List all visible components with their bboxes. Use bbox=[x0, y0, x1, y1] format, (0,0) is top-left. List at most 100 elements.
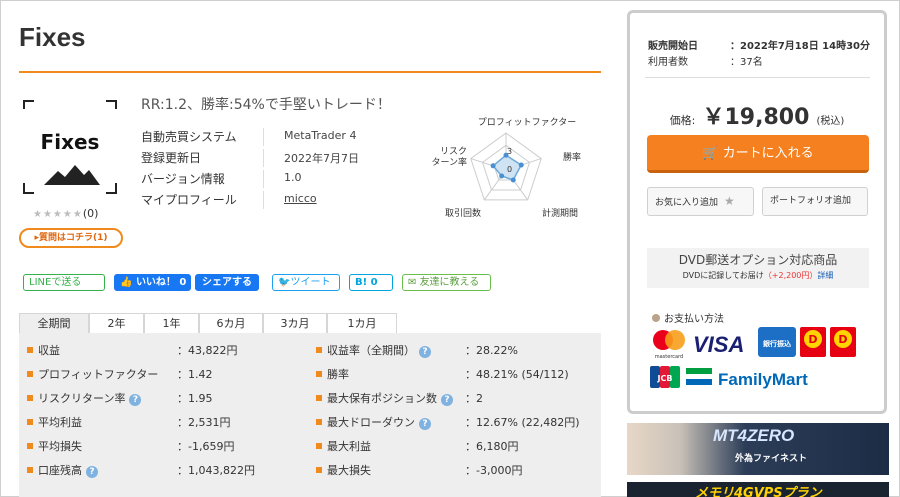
stat-value: ：48.21% (54/112) bbox=[465, 368, 569, 381]
price-value: ￥19,800 bbox=[702, 105, 810, 130]
facebook-like-button[interactable]: 👍 いいね！ 0 bbox=[114, 274, 191, 291]
add-favorite-button[interactable]: お気に入り追加 ★ bbox=[647, 187, 754, 216]
svg-text:D: D bbox=[808, 333, 817, 346]
users-label: 利用者数 bbox=[648, 57, 688, 68]
like-label: いいね！ 0 bbox=[135, 277, 187, 288]
stat-key: プロフィットファクター bbox=[27, 366, 158, 382]
stat-value: ：1.42 bbox=[177, 368, 213, 381]
tab-2y[interactable]: 2年 bbox=[89, 313, 144, 334]
help-icon[interactable]: ? bbox=[86, 466, 98, 478]
tab-3m[interactable]: 3カ月 bbox=[263, 313, 327, 334]
add-portfolio-button[interactable]: ポートフォリオ追加 bbox=[762, 187, 868, 216]
info-key: 登録更新日 bbox=[141, 151, 202, 165]
stat-value: ：-1,659円 bbox=[177, 440, 235, 453]
tab-1y[interactable]: 1年 bbox=[144, 313, 199, 334]
vps-banner[interactable]: メモリ4GVPSプラン bbox=[627, 482, 889, 497]
familymart-label: FamilyMart bbox=[718, 370, 808, 389]
jcb-label: JCB bbox=[657, 374, 673, 383]
stat-key-label: 平均利益 bbox=[38, 416, 82, 429]
dvd-title: DVD郵送オプション対応商品 bbox=[678, 253, 838, 267]
radar-label-rr-2: ターン率 bbox=[431, 156, 467, 168]
stat-value: ：-3,000円 bbox=[465, 464, 523, 477]
stat-key-label: リスクリターン率 bbox=[38, 392, 126, 405]
radar-point bbox=[490, 163, 496, 169]
add-to-cart-button[interactable]: 🛒 カートに入れる bbox=[647, 135, 869, 173]
payment-heading: お支払い方法 bbox=[652, 310, 724, 325]
radar-label-period: 計測期間 bbox=[542, 207, 578, 219]
price-block: 価格: ￥19,800 (税込) bbox=[630, 99, 884, 131]
help-icon[interactable]: ? bbox=[419, 346, 431, 358]
radar-label-winrate: 勝率 bbox=[563, 151, 581, 163]
stat-key: 最大利益 bbox=[316, 438, 371, 454]
title-divider bbox=[19, 71, 601, 73]
line-share-button[interactable]: LINEで送る bbox=[23, 274, 105, 291]
table-row: リスクリターン率? ：1.95 最大保有ポジション数? ：2 bbox=[19, 384, 601, 408]
product-catchphrase: RR:1.2、勝率:54%で手堅いトレード！ bbox=[141, 97, 391, 113]
tell-friend-label: 友達に教える bbox=[419, 277, 480, 288]
radar-tick-0: 0 bbox=[507, 165, 512, 174]
info-value: MetaTrader 4 bbox=[284, 129, 357, 142]
stat-key: 収益 bbox=[27, 342, 60, 358]
dvd-detail-link[interactable]: 詳細 bbox=[817, 271, 833, 280]
cart-icon: 🛒 bbox=[702, 146, 723, 161]
payment-title: お支払い方法 bbox=[664, 314, 724, 325]
product-logo: Fixes bbox=[23, 100, 117, 194]
stat-key: リスクリターン率? bbox=[27, 390, 142, 406]
help-icon[interactable]: ? bbox=[441, 394, 453, 406]
jcb-icon: JCB bbox=[650, 366, 680, 388]
tab-1m[interactable]: 1カ月 bbox=[327, 313, 397, 334]
stat-key-label: 勝率 bbox=[327, 368, 349, 381]
info-value: 1.0 bbox=[284, 171, 302, 184]
page-title: Fixes bbox=[19, 22, 86, 52]
stat-value: ：2,531円 bbox=[177, 416, 231, 429]
facebook-share-button[interactable]: シェアする bbox=[195, 274, 259, 291]
mastercard-icon: mastercard bbox=[653, 330, 685, 360]
payment-logos: mastercard VISA 銀行振込 D D JCB FamilyMart bbox=[650, 327, 856, 389]
mt4zero-subtitle: 外為ファイネスト bbox=[735, 454, 808, 464]
stat-value: ：6,180円 bbox=[465, 440, 519, 453]
mt4zero-banner[interactable]: MT4ZERO 外為ファイネスト bbox=[627, 423, 889, 475]
tell-friend-button[interactable]: ✉ 友達に教える bbox=[402, 274, 491, 291]
table-row: 収益 ：43,822円 収益率（全期間）? ：28.22% bbox=[19, 336, 601, 360]
favorite-label: お気に入り追加 bbox=[655, 198, 719, 208]
radar-label-trades: 取引回数 bbox=[445, 207, 481, 219]
tab-all[interactable]: 全期間 bbox=[19, 313, 89, 334]
profile-link[interactable]: micco bbox=[284, 192, 317, 205]
stat-key-label: 収益率（全期間） bbox=[327, 344, 415, 357]
dvd-sub-text: DVDに記録してお届け bbox=[682, 271, 764, 280]
help-icon[interactable]: ? bbox=[129, 394, 142, 406]
tweet-label: ツイート bbox=[290, 277, 331, 288]
stat-key-label: 平均損失 bbox=[38, 440, 82, 453]
info-key: 自動売買システム bbox=[141, 130, 237, 144]
question-link-button[interactable]: ▸質問はコチラ(1) bbox=[19, 228, 123, 248]
stat-value: ：28.22% bbox=[465, 344, 518, 357]
radar-chart: プロフィットファクター 勝率 計測期間 取引回数 リスク ターン率 3 0 bbox=[431, 117, 581, 219]
help-icon[interactable]: ? bbox=[419, 418, 431, 430]
stat-value: ：12.67% (22,482円) bbox=[465, 416, 580, 429]
stat-key-label: 最大利益 bbox=[327, 440, 371, 453]
radar-point bbox=[510, 177, 516, 183]
line-share-label: LINEで送る bbox=[29, 277, 82, 288]
mastercard-label: mastercard bbox=[655, 354, 683, 360]
stat-key-label: 最大ドローダウン bbox=[327, 416, 415, 429]
tweet-button[interactable]: 🐦ツイート bbox=[272, 274, 340, 291]
cart-label: カートに入れる bbox=[722, 146, 814, 161]
rating-stars: ★★★★★(0) bbox=[33, 207, 99, 220]
bank-transfer-label: 銀行振込 bbox=[763, 339, 791, 348]
tab-6m[interactable]: 6カ月 bbox=[199, 313, 263, 334]
hatena-bookmark-button[interactable]: B! 0 bbox=[349, 274, 393, 291]
price-tax-note: (税込) bbox=[816, 116, 845, 127]
stat-key: 平均利益 bbox=[27, 414, 82, 430]
info-value: 2022年7月7日 bbox=[284, 152, 359, 165]
info-key: バージョン情報 bbox=[141, 172, 225, 186]
radar-point bbox=[499, 173, 505, 179]
stat-key: 収益率（全期間）? bbox=[316, 342, 431, 358]
mt4zero-title: MT4ZERO bbox=[713, 426, 795, 445]
stat-key: 最大ドローダウン? bbox=[316, 414, 431, 430]
stat-key-label: 収益 bbox=[38, 344, 60, 357]
radar-label-pf: プロフィットファクター bbox=[478, 117, 576, 128]
users-value: ：37名 bbox=[730, 57, 763, 68]
table-row: プロフィットファクター ：1.42 勝率 ：48.21% (54/112) bbox=[19, 360, 601, 384]
stat-key: 最大保有ポジション数? bbox=[316, 390, 453, 406]
radar-tick-3: 3 bbox=[507, 147, 512, 156]
